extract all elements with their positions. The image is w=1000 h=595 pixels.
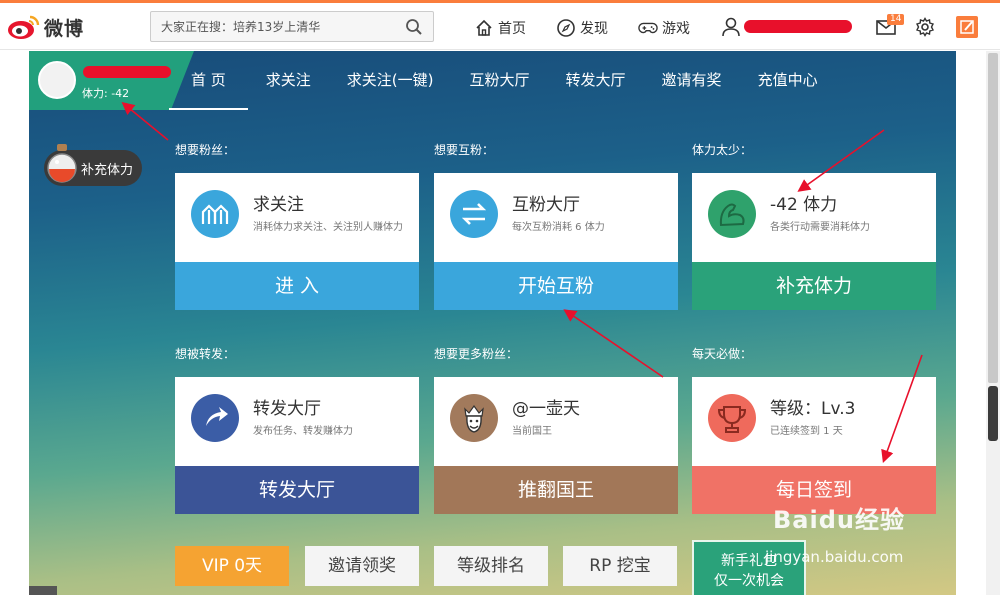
card-title: @一壶天	[512, 399, 580, 419]
up-arrows-icon	[191, 190, 239, 238]
gamepad-icon	[638, 22, 658, 34]
enter-button[interactable]: 进 入	[175, 262, 419, 310]
corner-tab	[29, 586, 57, 595]
weibo-logo[interactable]: 微博	[6, 12, 84, 42]
nav-games[interactable]: 游戏	[638, 15, 690, 41]
rp-treasure-button[interactable]: RP 挖宝	[563, 546, 677, 586]
section-label: 想被转发：	[175, 347, 236, 361]
card-desc: 当前国王	[512, 426, 552, 437]
forward-arrow-icon	[191, 394, 239, 442]
invite-reward-button[interactable]: 邀请领奖	[305, 546, 419, 586]
card-repost-hall: 转发大厅 发布任务、转发赚体力 转发大厅	[175, 377, 419, 514]
user-icon[interactable]	[720, 16, 742, 38]
scrollbar[interactable]	[986, 51, 1000, 595]
compose-button[interactable]	[956, 16, 978, 38]
main-nav: 首 页 求关注 求关注(一键) 互粉大厅 转发大厅 邀请有奖 充值中心	[169, 51, 836, 110]
redacted-nickname	[83, 66, 171, 78]
card-title: 转发大厅	[253, 399, 321, 419]
scrollbar-thumb[interactable]	[988, 53, 998, 383]
gear-icon[interactable]	[915, 17, 935, 37]
card-desc: 各类行动需要消耗体力	[770, 222, 870, 233]
search-box	[150, 11, 434, 42]
trophy-icon	[708, 394, 756, 442]
tab-recharge[interactable]: 充值中心	[740, 51, 836, 110]
vip-button[interactable]: VIP 0天	[175, 546, 289, 586]
section-label: 想要互粉：	[434, 143, 495, 157]
card-desc: 消耗体力求关注、关注别人赚体力	[253, 222, 403, 233]
card-desc: 每次互粉消耗 6 体力	[512, 222, 605, 233]
nav-discover[interactable]: 发现	[556, 15, 608, 41]
tab-repost-hall[interactable]: 转发大厅	[548, 51, 644, 110]
refill-stamina-action[interactable]: 补充体力	[692, 262, 936, 310]
start-mutual-button[interactable]: 开始互粉	[434, 262, 678, 310]
watermark-brand: Baidu经验	[773, 506, 905, 534]
tab-seek-follow[interactable]: 求关注	[248, 51, 329, 110]
nav-games-label: 游戏	[662, 21, 690, 37]
logo-text: 微博	[44, 17, 85, 40]
card-daily-checkin: 等级：Lv.3 已连续签到 1 天 每日签到	[692, 377, 936, 514]
swap-arrows-icon	[450, 190, 498, 238]
tab-invite-reward[interactable]: 邀请有奖	[644, 51, 740, 110]
section-label: 每天必做：	[692, 347, 753, 361]
card-desc: 发布任务、转发赚体力	[253, 426, 353, 437]
card-title: 等级：Lv.3	[770, 399, 856, 419]
side-handle[interactable]	[988, 386, 998, 441]
card-seek-follow: 求关注 消耗体力求关注、关注别人赚体力 进 入	[175, 173, 419, 310]
level-ranking-button[interactable]: 等级排名	[434, 546, 548, 586]
nav-discover-label: 发现	[580, 21, 608, 37]
card-title: 求关注	[253, 195, 304, 215]
mail-badge: 14	[887, 14, 905, 25]
avatar[interactable]	[38, 61, 76, 99]
top-bar: 微博 首页 发现 游戏	[0, 0, 1000, 50]
novice-gift-line2: 仅一次机会	[714, 573, 784, 589]
muscle-arm-icon	[708, 190, 756, 238]
watermark-url: jingyan.baidu.com	[765, 548, 904, 566]
stamina-readout: 体力: -42	[82, 87, 130, 100]
nav-home[interactable]: 首页	[474, 15, 526, 41]
card-desc: 已连续签到 1 天	[770, 426, 843, 437]
card-stamina: -42 体力 各类行动需要消耗体力 补充体力	[692, 173, 936, 310]
tab-seek-follow-oneclick[interactable]: 求关注(一键)	[329, 51, 452, 110]
home-icon	[476, 19, 492, 36]
tab-home[interactable]: 首 页	[169, 51, 248, 110]
overthrow-king-button[interactable]: 推翻国王	[434, 466, 678, 514]
search-icon[interactable]	[405, 18, 423, 36]
tab-mutual-hall[interactable]: 互粉大厅	[452, 51, 548, 110]
repost-hall-button[interactable]: 转发大厅	[175, 466, 419, 514]
section-label: 想要粉丝：	[175, 143, 236, 157]
section-label: 体力太少：	[692, 143, 753, 157]
refill-stamina-label: 补充体力	[81, 162, 134, 178]
weibo-eye-icon	[8, 15, 40, 39]
redacted-username	[744, 20, 852, 33]
king-icon	[450, 394, 498, 442]
nav-home-label: 首页	[498, 21, 526, 37]
card-king: @一壶天 当前国王 推翻国王	[434, 377, 678, 514]
refill-stamina-button[interactable]: 补充体力	[44, 144, 143, 186]
edit-icon	[960, 20, 974, 34]
search-input[interactable]	[151, 12, 396, 41]
card-title: 互粉大厅	[512, 195, 580, 215]
potion-icon	[47, 144, 77, 183]
card-mutual-hall: 互粉大厅 每次互粉消耗 6 体力 开始互粉	[434, 173, 678, 310]
section-label: 想要更多粉丝：	[434, 347, 519, 361]
card-title: -42 体力	[770, 195, 838, 215]
compass-icon	[557, 19, 575, 37]
